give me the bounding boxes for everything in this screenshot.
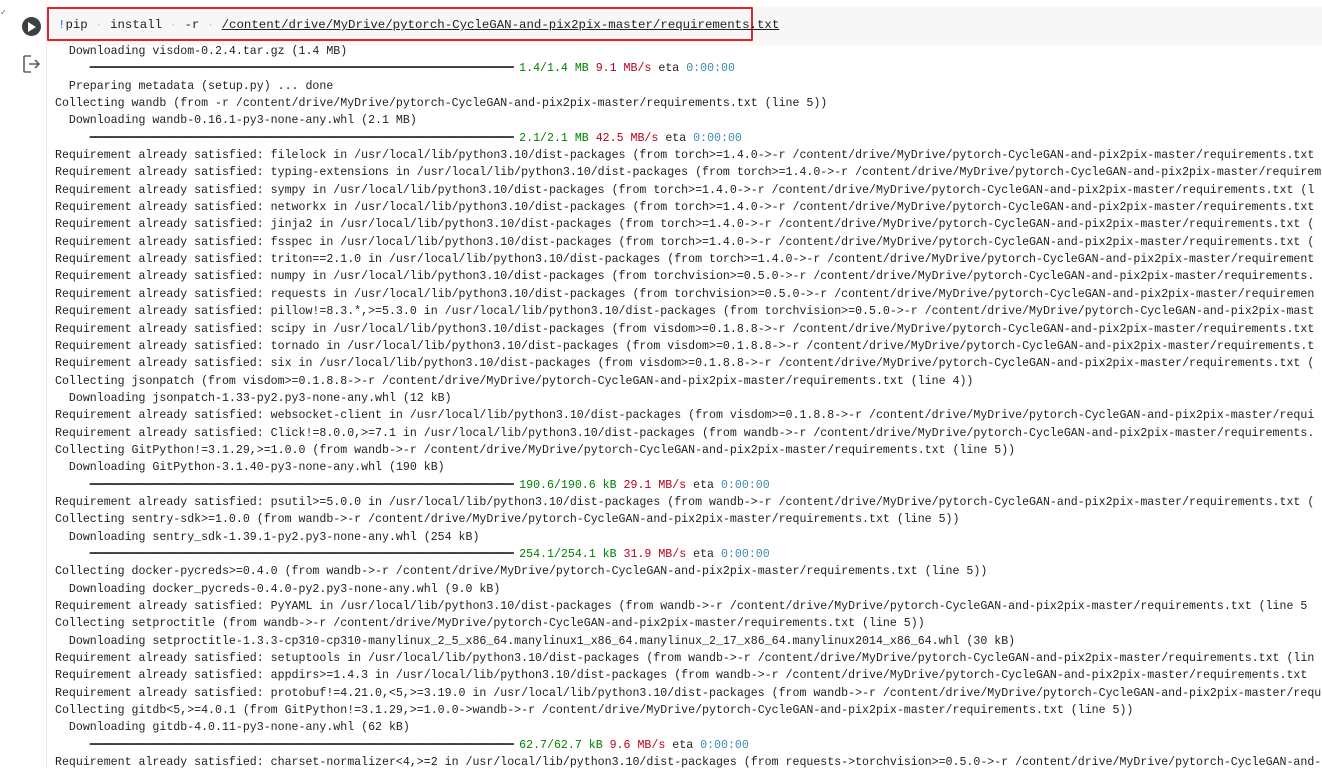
output-line: Collecting gitdb<5,>=4.0.1 (from GitPyth…	[55, 704, 1134, 718]
cell-divider	[46, 0, 47, 769]
output-line: Requirement already satisfied: psutil>=5…	[55, 495, 1315, 509]
output-line: Requirement already satisfied: fsspec in…	[55, 235, 1315, 249]
progress-size: 2.1/2.1 MB	[519, 131, 589, 145]
output-line: Requirement already satisfied: triton==2…	[55, 253, 1315, 267]
cell-output: Downloading visdom-0.2.4.tar.gz (1.4 MB)…	[55, 43, 1322, 771]
progress-eta: 0:00:00	[720, 478, 770, 492]
output-line: Requirement already satisfied: sympy in …	[55, 183, 1315, 197]
progress-eta-label: eta	[665, 131, 687, 145]
output-line: Downloading wandb-0.16.1-py3-none-any.wh…	[55, 114, 417, 128]
progress-line: ━━━━━━━━━━━━━━━━━━━━━━━━━━━━━━━━━━━━━━━━…	[55, 737, 1322, 754]
progress-size: 1.4/1.4 MB	[519, 62, 589, 76]
output-line: Requirement already satisfied: Click!=8.…	[55, 426, 1315, 440]
progress-bar: ━━━━━━━━━━━━━━━━━━━━━━━━━━━━━━━━━━━━━━━━…	[89, 478, 514, 492]
progress-bar: ━━━━━━━━━━━━━━━━━━━━━━━━━━━━━━━━━━━━━━━━…	[89, 547, 514, 561]
output-line: Collecting jsonpatch (from visdom>=0.1.8…	[55, 374, 974, 388]
whitespace-dot: ·	[199, 18, 222, 32]
progress-indent	[55, 548, 90, 561]
progress-indent	[55, 62, 90, 75]
output-line: Requirement already satisfied: appdirs>=…	[55, 669, 1308, 683]
output-line: Requirement already satisfied: six in /u…	[55, 357, 1315, 371]
progress-size: 62.7/62.7 kB	[519, 738, 603, 752]
progress-size: 254.1/254.1 kB	[519, 547, 617, 561]
progress-eta: 0:00:00	[686, 62, 735, 76]
progress-eta: 0:00:00	[700, 738, 749, 752]
output-line: Requirement already satisfied: tornado i…	[55, 339, 1315, 353]
progress-eta: 0:00:00	[693, 131, 742, 145]
output-line: Requirement already satisfied: protobuf!…	[55, 686, 1322, 700]
progress-rate: 9.1 MB/s	[595, 62, 652, 76]
progress-line: ━━━━━━━━━━━━━━━━━━━━━━━━━━━━━━━━━━━━━━━━…	[55, 60, 1322, 77]
requirements-path-link[interactable]: /content/drive/MyDrive/pytorch-CycleGAN-…	[222, 18, 780, 32]
output-line: Downloading sentry_sdk-1.39.1-py2.py3-no…	[55, 530, 480, 544]
output-exit-icon	[23, 55, 41, 73]
run-cell-button[interactable]	[22, 17, 41, 36]
progress-eta-label: eta	[693, 547, 715, 561]
progress-rate: 42.5 MB/s	[595, 131, 659, 145]
output-line: Downloading setproctitle-1.3.3-cp310-cp3…	[55, 634, 1016, 648]
output-line: Collecting setproctitle (from wandb->-r …	[55, 617, 925, 631]
output-line: Requirement already satisfied: requests …	[55, 287, 1315, 301]
output-line: Collecting docker-pycreds>=0.4.0 (from w…	[55, 565, 988, 579]
progress-indent	[55, 132, 90, 145]
code-line[interactable]: !pip · install · -r · /content/drive/MyD…	[58, 18, 779, 32]
output-line: Preparing metadata (setup.py) ... done	[55, 79, 334, 93]
output-line: Requirement already satisfied: PyYAML in…	[55, 600, 1308, 613]
progress-rate: 31.9 MB/s	[623, 547, 687, 561]
progress-bar: ━━━━━━━━━━━━━━━━━━━━━━━━━━━━━━━━━━━━━━━━…	[89, 62, 514, 76]
execution-status: ✓	[0, 8, 8, 17]
code-token-install: install	[110, 18, 163, 32]
progress-eta-label: eta	[658, 62, 680, 76]
output-line: Downloading visdom-0.2.4.tar.gz (1.4 MB)	[55, 45, 348, 58]
output-line: Requirement already satisfied: typing-ex…	[55, 166, 1322, 180]
output-line: Collecting GitPython!=3.1.29,>=1.0.0 (fr…	[55, 443, 1016, 457]
output-line: Requirement already satisfied: numpy in …	[55, 270, 1315, 284]
code-token-pip: pip	[65, 18, 88, 32]
code-token-flag: -r	[184, 18, 200, 32]
progress-indent	[55, 739, 90, 752]
output-line: Downloading docker_pycreds-0.4.0-py2.py3…	[55, 582, 501, 596]
progress-line: ━━━━━━━━━━━━━━━━━━━━━━━━━━━━━━━━━━━━━━━━…	[55, 477, 1322, 494]
progress-bar: ━━━━━━━━━━━━━━━━━━━━━━━━━━━━━━━━━━━━━━━━…	[89, 738, 514, 752]
cell-gutter: ✓	[0, 0, 46, 769]
progress-line: ━━━━━━━━━━━━━━━━━━━━━━━━━━━━━━━━━━━━━━━━…	[55, 130, 1322, 147]
output-line: Requirement already satisfied: websocket…	[55, 409, 1315, 423]
output-line: Requirement already satisfied: setuptool…	[55, 652, 1315, 666]
whitespace-dot: ·	[162, 18, 185, 32]
output-line: Requirement already satisfied: charset-n…	[55, 756, 1322, 770]
progress-rate: 29.1 MB/s	[623, 478, 687, 492]
progress-indent	[55, 479, 90, 492]
check-icon: ✓	[0, 8, 7, 17]
progress-eta: 0:00:00	[720, 547, 770, 561]
progress-eta-label: eta	[693, 478, 715, 492]
progress-bar: ━━━━━━━━━━━━━━━━━━━━━━━━━━━━━━━━━━━━━━━━…	[89, 131, 514, 145]
output-line: Collecting sentry-sdk>=1.0.0 (from wandb…	[55, 513, 960, 527]
output-line: Requirement already satisfied: jinja2 in…	[55, 218, 1315, 232]
output-line: Downloading GitPython-3.1.40-py3-none-an…	[55, 461, 445, 475]
progress-size: 190.6/190.6 kB	[519, 478, 617, 492]
progress-eta-label: eta	[672, 738, 694, 752]
output-actions-button[interactable]	[22, 54, 42, 74]
output-line: Requirement already satisfied: networkx …	[55, 201, 1315, 215]
output-line: Requirement already satisfied: pillow!=8…	[55, 305, 1315, 319]
output-line: Downloading jsonpatch-1.33-py2.py3-none-…	[55, 391, 452, 405]
output-line: Requirement already satisfied: filelock …	[55, 149, 1315, 163]
progress-rate: 9.6 MB/s	[609, 738, 666, 752]
progress-line: ━━━━━━━━━━━━━━━━━━━━━━━━━━━━━━━━━━━━━━━━…	[55, 546, 1322, 563]
output-line: Downloading gitdb-4.0.11-py3-none-any.wh…	[55, 721, 410, 735]
output-line: Collecting wandb (from -r /content/drive…	[55, 97, 828, 111]
whitespace-dot: ·	[87, 18, 111, 32]
play-icon	[28, 21, 36, 32]
output-line: Requirement already satisfied: scipy in …	[55, 322, 1315, 336]
